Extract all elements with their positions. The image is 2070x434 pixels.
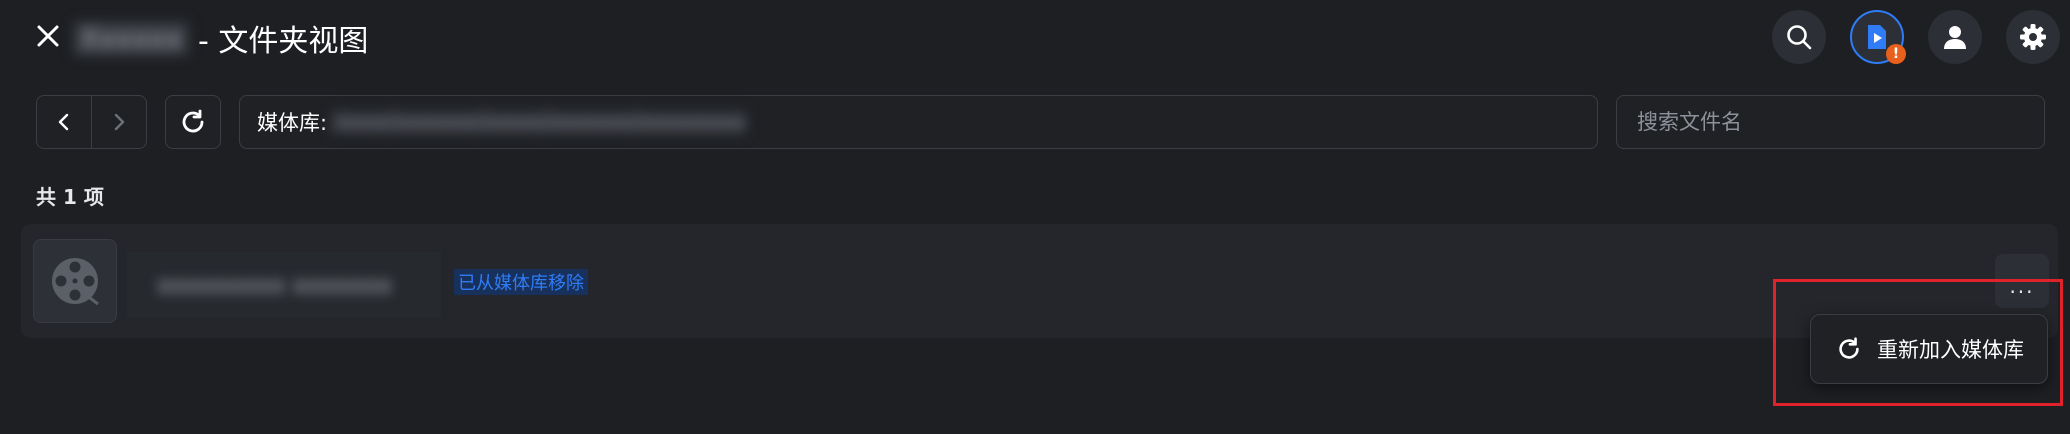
chevron-right-icon	[114, 113, 125, 131]
item-count: 共 1 项	[36, 185, 104, 209]
item-name-blurred: xxxxxxxxx xxxxxxx	[157, 271, 392, 299]
list-item[interactable]: xxxxxxxxx xxxxxxx 已从媒体库移除	[21, 224, 2058, 338]
search-button[interactable]	[1772, 10, 1826, 64]
settings-button[interactable]	[2006, 10, 2060, 64]
highlight-box	[1773, 279, 2063, 406]
video-play-icon	[1868, 25, 1886, 49]
search-field[interactable]	[1616, 95, 2045, 149]
back-button[interactable]	[37, 96, 92, 148]
gear-icon	[2020, 24, 2046, 50]
title-text: - 文件夹视图	[198, 24, 369, 59]
nav-group	[36, 95, 147, 149]
search-input[interactable]	[1635, 109, 2029, 135]
page-title: Xxxxxx - 文件夹视图	[74, 18, 369, 59]
removed-status-badge: 已从媒体库移除	[454, 269, 588, 295]
library-path-field[interactable]: 媒体库: /xxxx/xxxxxxx/xxxxx/xxxxxxx/xxxxxxx…	[239, 95, 1598, 149]
user-button[interactable]	[1928, 10, 1982, 64]
close-button[interactable]	[30, 18, 66, 54]
close-icon	[37, 25, 59, 47]
title-blurred-name: Xxxxxx	[74, 21, 189, 55]
item-name-area: xxxxxxxxx xxxxxxx	[127, 252, 441, 318]
refresh-icon	[182, 109, 204, 133]
user-icon	[1944, 26, 1966, 49]
film-reel-icon	[52, 258, 99, 306]
chevron-left-icon	[58, 113, 69, 131]
video-button[interactable]: !	[1850, 10, 1906, 64]
alert-badge: !	[1886, 44, 1906, 64]
refresh-button[interactable]	[165, 95, 221, 149]
library-label: 媒体库:	[257, 111, 328, 135]
library-path-blurred: /xxxx/xxxxxxx/xxxxx/xxxxxxx/xxxxxxxxx	[333, 110, 746, 134]
search-icon	[1787, 25, 1812, 50]
forward-button[interactable]	[92, 96, 146, 148]
item-thumbnail	[33, 239, 117, 323]
